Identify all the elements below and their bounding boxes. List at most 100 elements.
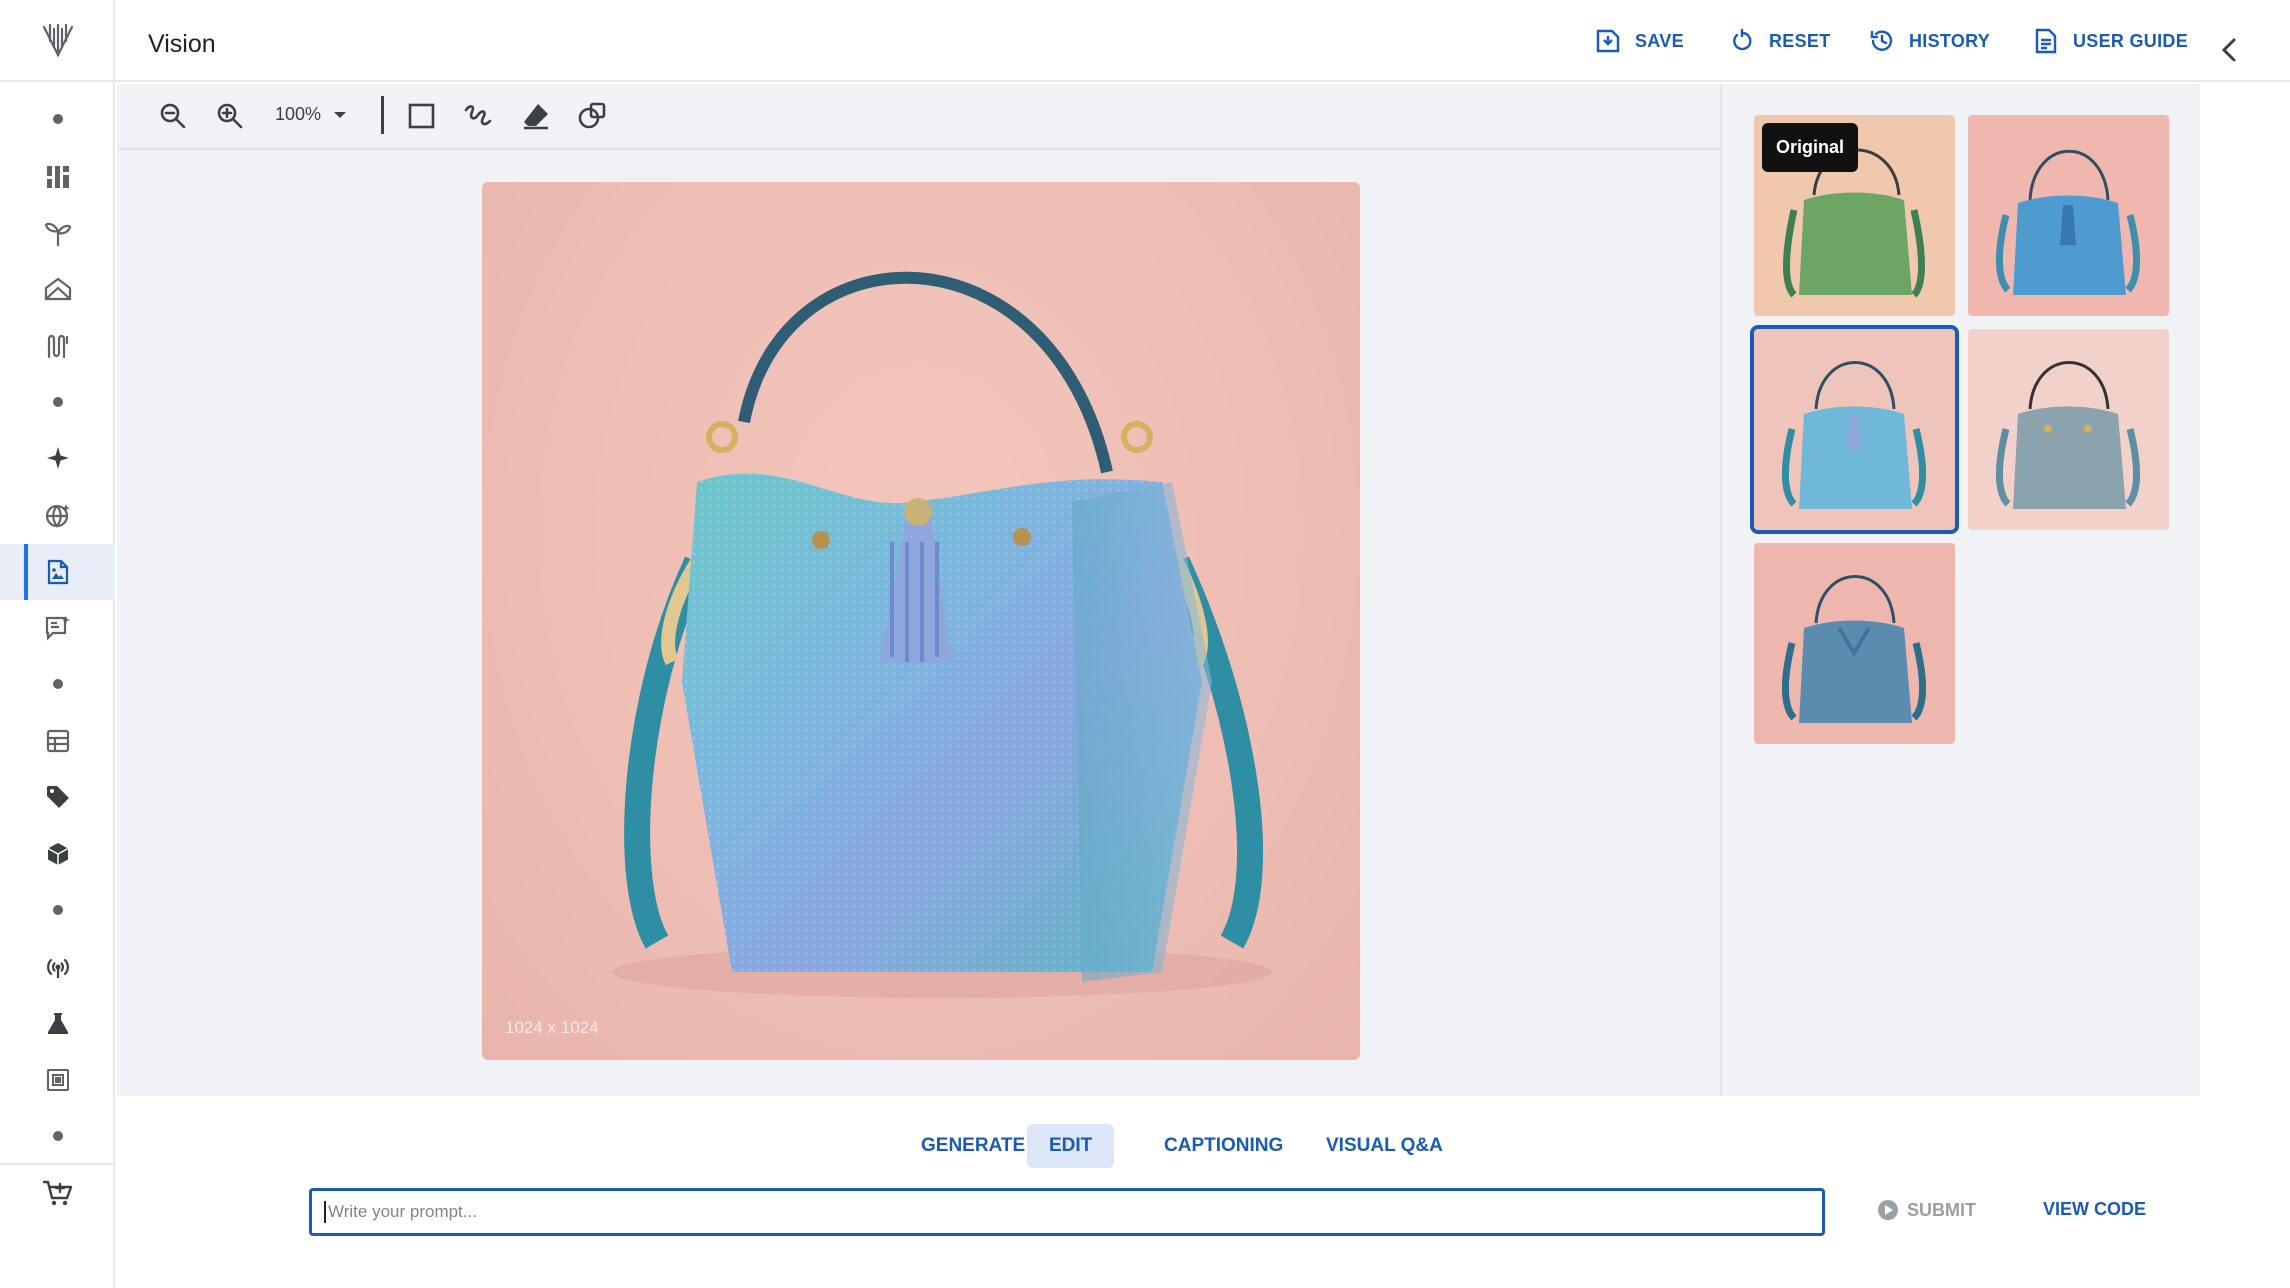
document-icon xyxy=(2035,28,2057,54)
chevron-left-icon xyxy=(2221,38,2236,62)
thumbnail-variation-2[interactable] xyxy=(1750,325,1959,534)
nav-item-pipelines[interactable] xyxy=(0,318,115,374)
user-guide-button[interactable]: USER GUIDE xyxy=(2033,28,2188,54)
thumbnail-tooltip: Original xyxy=(1762,123,1859,172)
nav-item-labels[interactable] xyxy=(0,769,115,825)
save-button[interactable]: SAVE xyxy=(1595,28,1684,54)
thumbnail-iridescent-bag xyxy=(1754,329,1955,530)
thumbnail-variation-4[interactable] xyxy=(1754,543,1955,744)
nav-item-vision[interactable] xyxy=(0,544,115,600)
thumbnail-blue-bag xyxy=(1968,115,2169,316)
dot-icon xyxy=(52,1131,63,1141)
text-caret xyxy=(324,1201,326,1223)
vertex-logo-icon xyxy=(42,23,73,58)
nav-dot-1[interactable] xyxy=(0,91,115,147)
table-icon xyxy=(46,729,69,753)
chip-icon xyxy=(46,1069,69,1091)
thumbnail-silver-bag xyxy=(1968,329,2169,530)
speech-icon xyxy=(45,616,70,641)
submit-label: SUBMIT xyxy=(1907,1199,1976,1220)
bag-image-illustration xyxy=(612,271,1272,998)
tab-generate[interactable]: GENERATE xyxy=(899,1124,1047,1168)
prompt-panel: GENERATE EDIT CAPTIONING VISUAL Q&A Writ… xyxy=(117,1096,2200,1288)
brush-stroke-icon xyxy=(464,105,492,126)
cube-icon xyxy=(47,843,68,865)
top-header: Vision SAVE RESET HISTORY USER GUIDE xyxy=(115,0,2290,82)
nav-item-broadcast[interactable] xyxy=(0,939,115,995)
app-logo[interactable] xyxy=(0,0,115,82)
tag-icon xyxy=(46,786,69,808)
nav-item-dashboard[interactable] xyxy=(0,149,115,205)
nav-item-sparkle[interactable] xyxy=(0,430,115,486)
reset-button[interactable]: RESET xyxy=(1729,28,1831,54)
nav-dot-4[interactable] xyxy=(0,882,115,938)
reset-icon xyxy=(1733,28,1752,51)
eraser-tool[interactable] xyxy=(518,98,554,134)
play-circle-icon xyxy=(1878,1200,1898,1220)
caret-down-icon xyxy=(334,111,347,118)
globe-icon xyxy=(45,504,70,528)
canvas-workspace: 100% 1024 x 1024 Original xyxy=(117,84,2200,1096)
zoom-level-select[interactable]: 100% xyxy=(275,104,347,125)
prompt-input[interactable]: Write your prompt... xyxy=(309,1188,1825,1236)
reset-label: RESET xyxy=(1769,30,1831,51)
view-code-button[interactable]: VIEW CODE xyxy=(2043,1199,2146,1220)
thumbnail-teal-bag xyxy=(1754,543,1955,744)
nav-item-experiments[interactable] xyxy=(0,995,115,1051)
side-nav-rail xyxy=(0,0,115,1288)
nav-item-sprout[interactable] xyxy=(0,205,115,261)
box-select-tool[interactable] xyxy=(404,98,440,134)
nav-item-speech[interactable] xyxy=(0,600,115,656)
nav-dot-3[interactable] xyxy=(0,656,115,712)
rectangle-select-icon xyxy=(408,103,435,129)
zoom-in-icon xyxy=(217,103,243,129)
nav-dot-2[interactable] xyxy=(0,374,115,430)
save-label: SAVE xyxy=(1635,30,1684,51)
dot-icon xyxy=(52,397,63,407)
thumbnail-variation-1[interactable] xyxy=(1968,115,2169,316)
cart-icon xyxy=(42,1180,72,1206)
tab-edit[interactable]: EDIT xyxy=(1027,1124,1115,1168)
prompt-placeholder: Write your prompt... xyxy=(328,1202,477,1221)
dashboard-icon xyxy=(46,166,69,188)
user-guide-label: USER GUIDE xyxy=(2073,30,2189,51)
tab-visual-qa[interactable]: VISUAL Q&A xyxy=(1304,1124,1465,1168)
page-title: Vision xyxy=(148,30,216,58)
sparkle-icon xyxy=(46,447,69,469)
history-button[interactable]: HISTORY xyxy=(1869,28,1990,54)
dot-icon xyxy=(52,905,63,915)
zoom-out-button[interactable] xyxy=(155,98,191,134)
auto-mask-tool[interactable] xyxy=(574,98,610,134)
canvas-toolbar: 100% xyxy=(117,84,1720,150)
image-dimensions-label: 1024 x 1024 xyxy=(505,1018,599,1037)
nav-item-globe[interactable] xyxy=(0,487,115,543)
save-icon xyxy=(1596,29,1620,53)
broadcast-icon xyxy=(46,958,69,978)
submit-button[interactable]: SUBMIT xyxy=(1877,1199,1976,1221)
nav-item-cube[interactable] xyxy=(0,826,115,882)
collapse-panel-button[interactable] xyxy=(2210,30,2250,70)
zoom-out-icon xyxy=(160,103,186,129)
app-window: Vision SAVE RESET HISTORY USER GUIDE 100… xyxy=(0,0,2290,1288)
nav-item-model-garden[interactable] xyxy=(0,261,115,317)
main-image-preview[interactable]: 1024 x 1024 xyxy=(482,182,1360,1060)
nav-item-chip[interactable] xyxy=(0,1052,115,1108)
tab-captioning[interactable]: CAPTIONING xyxy=(1142,1124,1305,1168)
history-icon xyxy=(1870,30,1893,51)
pipeline-icon xyxy=(47,334,68,359)
dot-icon xyxy=(52,679,63,689)
nav-dot-5[interactable] xyxy=(0,1108,115,1164)
thumbnail-variation-3[interactable] xyxy=(1968,329,2169,530)
model-garden-icon xyxy=(44,277,71,301)
nav-item-marketplace[interactable] xyxy=(0,1165,115,1221)
brush-tool[interactable] xyxy=(460,98,496,134)
nav-item-table[interactable] xyxy=(0,713,115,769)
image-doc-icon xyxy=(47,559,68,585)
toolbar-divider xyxy=(381,96,384,134)
eraser-icon xyxy=(524,104,548,130)
sprout-icon xyxy=(44,222,71,247)
zoom-in-button[interactable] xyxy=(212,98,248,134)
history-label: HISTORY xyxy=(1909,30,1991,51)
zoom-value: 100% xyxy=(275,104,322,124)
shapes-icon xyxy=(578,102,606,129)
